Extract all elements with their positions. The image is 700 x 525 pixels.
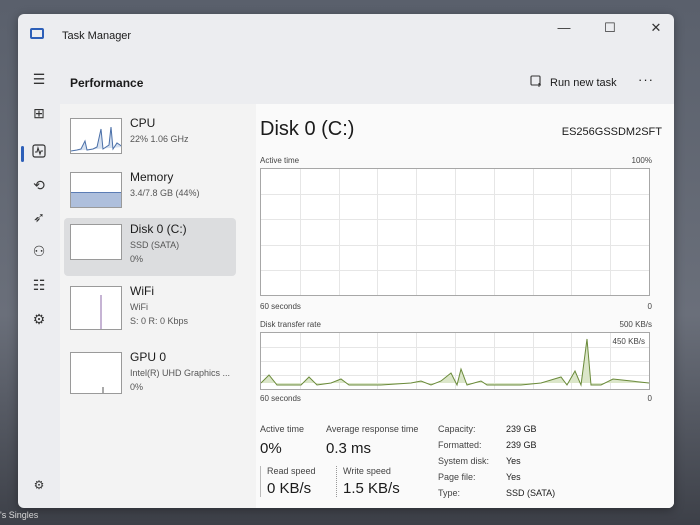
disk-model: ES256GSSDM2SFT	[561, 126, 662, 138]
title-bar[interactable]: Task Manager — ☐ ✕	[18, 14, 674, 54]
device-detail: Intel(R) UHD Graphics ...	[130, 368, 231, 378]
hamburger-icon[interactable]: ☰	[26, 66, 52, 92]
device-wifi[interactable]: WiFi WiFi S: 0 R: 0 Kbps	[64, 280, 236, 342]
nav-active-indicator	[21, 146, 24, 162]
response-time-value: 0.3 ms	[326, 440, 372, 457]
gpu-thumbnail	[70, 352, 122, 394]
more-options-button[interactable]: ···	[638, 72, 654, 87]
device-name: WiFi	[130, 284, 154, 298]
transfer-rate-x-left: 60 seconds	[260, 394, 301, 403]
write-speed-value: 1.5 KB/s	[343, 480, 400, 497]
detail-title: Disk 0 (C:)	[260, 118, 355, 140]
services-icon[interactable]: ⚙	[26, 306, 52, 332]
transfer-rate-graph: 450 KB/s	[260, 332, 650, 390]
performance-icon[interactable]	[26, 140, 52, 166]
wifi-thumbnail	[70, 286, 122, 330]
device-disk[interactable]: Disk 0 (C:) SSD (SATA) 0%	[64, 218, 236, 276]
read-speed-box: Read speed 0 KB/s	[260, 466, 316, 497]
task-manager-icon	[30, 28, 44, 39]
disk-thumbnail	[70, 224, 122, 260]
read-speed-value: 0 KB/s	[267, 480, 312, 497]
response-time-label: Average response time	[326, 424, 419, 434]
device-cpu[interactable]: CPU 22% 1.06 GHz	[64, 112, 236, 168]
desktop-label: 's Singles	[0, 510, 39, 520]
device-detail: 22% 1.06 GHz	[130, 134, 189, 144]
device-memory[interactable]: Memory 3.4/7.8 GB (44%)	[64, 166, 236, 222]
maximize-button[interactable]: ☐	[596, 18, 624, 38]
active-time-graph-label: Active time	[260, 156, 300, 165]
write-speed-label: Write speed	[343, 466, 391, 476]
history-icon[interactable]: ⟲	[26, 172, 52, 198]
users-icon[interactable]: ⚇	[26, 238, 52, 264]
device-usage: S: 0 R: 0 Kbps	[130, 316, 189, 326]
cpu-thumbnail	[70, 118, 122, 154]
disk-detail-panel: Disk 0 (C:) ES256GSSDM2SFT Active time 1…	[256, 104, 674, 508]
read-speed-label: Read speed	[267, 466, 316, 476]
transfer-rate-peak: 450 KB/s	[612, 337, 645, 346]
type-value: SSD (SATA)	[506, 488, 556, 498]
device-gpu[interactable]: GPU 0 Intel(R) UHD Graphics ... 0%	[64, 346, 236, 402]
device-name: GPU 0	[130, 350, 167, 364]
write-speed-box: Write speed 1.5 KB/s	[336, 466, 400, 497]
active-time-graph	[260, 168, 650, 296]
system-disk-label: System disk:	[438, 456, 490, 466]
formatted-value: 239 GB	[506, 440, 537, 450]
close-button[interactable]: ✕	[642, 18, 670, 38]
device-usage: 0%	[130, 254, 144, 264]
capacity-value: 239 GB	[506, 424, 537, 434]
processes-icon[interactable]: ⊞	[26, 100, 52, 126]
active-time-graph-max: 100%	[631, 156, 652, 165]
device-name: CPU	[130, 116, 156, 130]
transfer-rate-graph-label: Disk transfer rate	[260, 320, 321, 329]
device-detail: 3.4/7.8 GB (44%)	[130, 188, 200, 198]
device-detail: WiFi	[130, 302, 148, 312]
active-time-label: Active time	[260, 424, 305, 434]
task-manager-window: Task Manager — ☐ ✕ ☰ ⊞ ⟲ ➶ ⚇ ☷ ⚙ ⚙ Perfo…	[18, 14, 674, 508]
transfer-rate-graph-max: 500 KB/s	[619, 320, 652, 329]
run-task-label: Run new task	[550, 77, 617, 89]
window-title: Task Manager	[62, 30, 132, 42]
performance-content: CPU 22% 1.06 GHz Memory 3.4/7.8 GB (44%)…	[60, 104, 674, 508]
details-icon[interactable]: ☷	[26, 272, 52, 298]
run-new-task-button[interactable]: Run new task	[530, 72, 617, 94]
active-time-x-right: 0	[647, 302, 652, 311]
type-label: Type:	[438, 488, 461, 498]
minimize-button[interactable]: —	[550, 18, 578, 38]
page-title: Performance	[70, 76, 144, 90]
device-usage: 0%	[130, 382, 144, 392]
startup-icon[interactable]: ➶	[26, 204, 52, 230]
capacity-label: Capacity:	[438, 424, 476, 434]
active-time-value: 0%	[260, 440, 282, 457]
transfer-rate-x-right: 0	[647, 394, 652, 403]
device-name: Disk 0 (C:)	[130, 222, 187, 236]
page-file-label: Page file:	[438, 472, 476, 482]
page-file-value: Yes	[506, 472, 521, 482]
memory-thumbnail	[70, 172, 122, 208]
device-detail: SSD (SATA)	[130, 240, 180, 250]
settings-icon[interactable]: ⚙	[26, 472, 52, 498]
system-disk-value: Yes	[506, 456, 521, 466]
device-list: CPU 22% 1.06 GHz Memory 3.4/7.8 GB (44%)…	[60, 104, 250, 508]
formatted-label: Formatted:	[438, 440, 482, 450]
transfer-rate-line	[261, 338, 649, 387]
run-task-icon	[530, 75, 543, 91]
active-time-x-left: 60 seconds	[260, 302, 301, 311]
device-name: Memory	[130, 170, 174, 184]
